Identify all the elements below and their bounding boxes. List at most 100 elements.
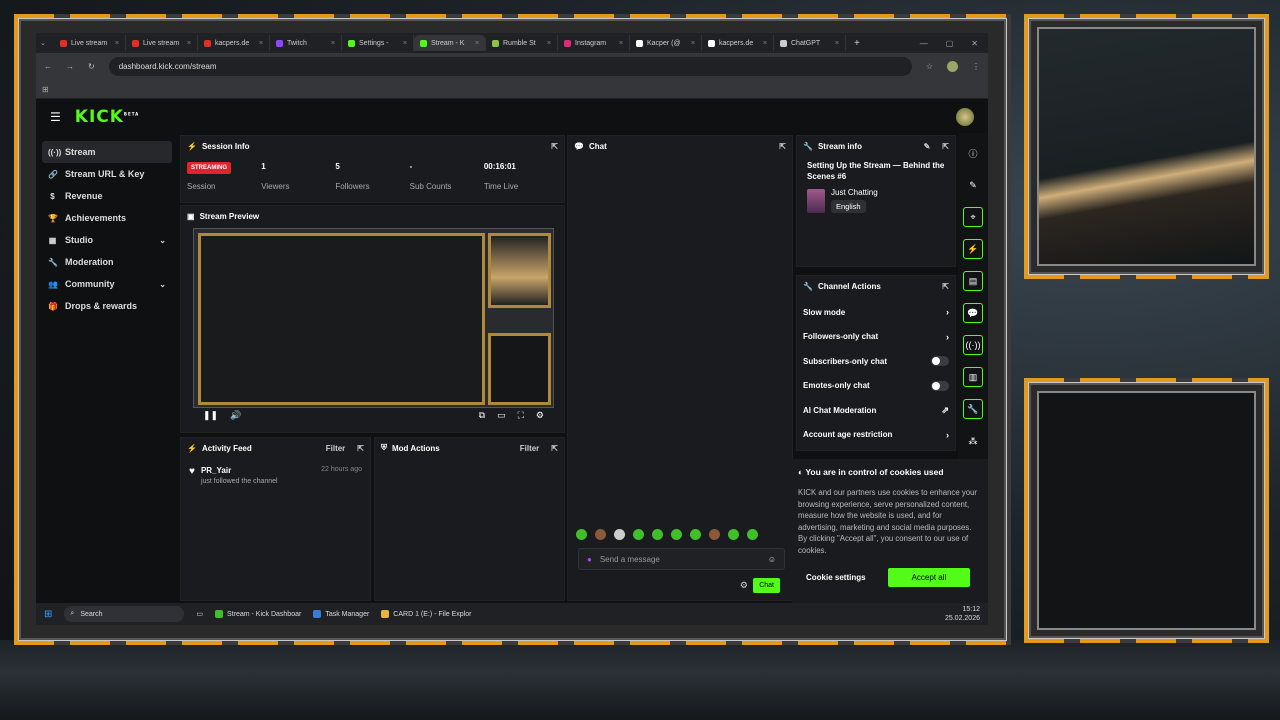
- popout-icon[interactable]: ⇱: [551, 142, 558, 151]
- taskbar-clock[interactable]: 15:12 25.02.2026: [945, 605, 980, 623]
- taskbar-app[interactable]: CARD 1 (E:) - File Explor: [381, 610, 471, 618]
- volume-icon[interactable]: 🔊: [230, 410, 241, 421]
- share-icon[interactable]: ⁂: [963, 431, 983, 451]
- bookmark-star-icon[interactable]: ☆: [926, 62, 933, 71]
- back-icon[interactable]: ←: [44, 62, 52, 71]
- cookie-settings-button[interactable]: Cookie settings: [798, 573, 874, 582]
- sidebar-item-revenue[interactable]: $ Revenue: [42, 185, 172, 207]
- pause-icon[interactable]: ❚❚: [203, 410, 218, 421]
- popout-icon[interactable]: ⇱: [357, 444, 364, 453]
- tools-icon[interactable]: 🔧: [963, 399, 983, 419]
- browser-tab[interactable]: Live stream ×: [126, 35, 198, 51]
- kick-logo[interactable]: KICKBETA: [75, 107, 139, 127]
- emote-icon[interactable]: [709, 529, 720, 540]
- maximize-icon[interactable]: ▢: [946, 39, 954, 48]
- document-icon[interactable]: ▤: [963, 271, 983, 291]
- channel-action-ai-chat-moderation[interactable]: AI Chat Moderation ⇗: [797, 398, 955, 423]
- apps-grid-icon[interactable]: ⊞: [42, 85, 49, 94]
- browser-tab[interactable]: Live stream ×: [54, 35, 126, 51]
- emote-icon[interactable]: [633, 529, 644, 540]
- chat-input[interactable]: ● Send a message ☺: [578, 548, 785, 570]
- tab-close-icon[interactable]: ×: [259, 40, 263, 47]
- sidebar-item-stream-url-key[interactable]: 🔗 Stream URL & Key: [42, 163, 172, 185]
- emote-icon[interactable]: [690, 529, 701, 540]
- stream-preview-video[interactable]: [193, 228, 554, 408]
- hamburger-icon[interactable]: ☰: [50, 110, 61, 124]
- toggle-switch[interactable]: [931, 356, 949, 367]
- settings-gear-icon[interactable]: ⚙: [536, 410, 544, 421]
- emote-icon[interactable]: [595, 529, 606, 540]
- browser-tab[interactable]: ChatGPT ×: [774, 35, 846, 51]
- tab-close-icon[interactable]: ×: [619, 40, 623, 47]
- sidebar-item-studio[interactable]: ▦ Studio ⌄: [42, 229, 172, 251]
- mic-icon[interactable]: ●: [587, 555, 592, 564]
- popout-icon[interactable]: ⇱: [942, 142, 949, 151]
- browser-tab[interactable]: Kacper (@ ×: [630, 35, 702, 51]
- broadcast-icon[interactable]: ((·)): [963, 335, 983, 355]
- activity-filter-button[interactable]: Filter: [326, 444, 346, 453]
- close-window-icon[interactable]: ✕: [971, 39, 978, 48]
- taskbar-app[interactable]: Stream - Kick Dashboar: [215, 610, 301, 618]
- chat-settings-icon[interactable]: ⚙: [740, 580, 748, 591]
- tab-list-chevron-icon[interactable]: ⌄: [40, 39, 54, 47]
- task-view-icon[interactable]: ▭: [196, 610, 203, 618]
- emoji-icon[interactable]: ☺: [768, 555, 776, 564]
- popout-icon[interactable]: ⇱: [551, 444, 558, 453]
- chat-icon[interactable]: 💬: [963, 303, 983, 323]
- channel-action-account-age-restriction[interactable]: Account age restriction ›: [797, 423, 955, 448]
- tab-close-icon[interactable]: ×: [691, 40, 695, 47]
- taskbar-app[interactable]: Task Manager: [313, 610, 369, 618]
- browser-tab[interactable]: Settings - ×: [342, 35, 414, 51]
- stream-category[interactable]: Just Chatting: [831, 188, 878, 197]
- category-thumbnail[interactable]: [807, 188, 825, 213]
- emote-icon[interactable]: [671, 529, 682, 540]
- theater-icon[interactable]: ▭: [497, 410, 506, 421]
- chevron-right-icon[interactable]: ›: [946, 430, 949, 440]
- tab-close-icon[interactable]: ×: [475, 40, 479, 47]
- browser-tab[interactable]: kacpers.de ×: [702, 35, 774, 51]
- mod-filter-button[interactable]: Filter: [520, 444, 540, 453]
- tab-close-icon[interactable]: ×: [331, 40, 335, 47]
- emote-icon[interactable]: [614, 529, 625, 540]
- pip-icon[interactable]: ⧉: [479, 410, 485, 421]
- sidebar-item-moderation[interactable]: 🔧 Moderation: [42, 251, 172, 273]
- chevron-down-icon[interactable]: ⌄: [159, 236, 166, 245]
- browser-tab[interactable]: Twitch ×: [270, 35, 342, 51]
- url-field[interactable]: dashboard.kick.com/stream: [108, 57, 912, 76]
- taskbar-search[interactable]: ⌕ Search: [64, 606, 185, 622]
- target-icon[interactable]: ⌖: [963, 207, 983, 227]
- forward-icon[interactable]: →: [66, 62, 74, 71]
- tab-close-icon[interactable]: ×: [763, 40, 767, 47]
- chevron-right-icon[interactable]: ›: [946, 332, 949, 342]
- tab-close-icon[interactable]: ×: [547, 40, 551, 47]
- emote-icon[interactable]: [728, 529, 739, 540]
- tab-close-icon[interactable]: ×: [187, 40, 191, 47]
- sidebar-item-stream[interactable]: ((·)) Stream: [42, 141, 172, 163]
- activity-username[interactable]: PR_Yair: [201, 466, 278, 475]
- info-icon[interactable]: ⓘ: [963, 143, 983, 163]
- sidebar-item-drops-rewards[interactable]: 🎁 Drops & rewards: [42, 295, 172, 317]
- lightning-icon[interactable]: ⚡: [963, 239, 983, 259]
- channel-action-subscribers-only-chat[interactable]: Subscribers-only chat: [797, 349, 955, 374]
- accept-all-button[interactable]: Accept all: [887, 568, 971, 587]
- profile-icon[interactable]: [947, 61, 958, 72]
- reload-icon[interactable]: ↻: [88, 62, 95, 71]
- browser-tab[interactable]: Stream - K ×: [414, 35, 486, 51]
- new-tab-button[interactable]: +: [846, 38, 868, 49]
- user-avatar[interactable]: [956, 108, 974, 126]
- chevron-down-icon[interactable]: ⌄: [159, 280, 166, 289]
- channel-action-followers-only-chat[interactable]: Followers-only chat ›: [797, 325, 955, 350]
- browser-tab[interactable]: Instagram ×: [558, 35, 630, 51]
- channel-action-emotes-only-chat[interactable]: Emotes-only chat: [797, 374, 955, 399]
- chat-send-button[interactable]: Chat: [753, 578, 780, 593]
- edit-icon[interactable]: ✎: [963, 175, 983, 195]
- edit-pencil-icon[interactable]: ✎: [924, 142, 931, 151]
- fullscreen-icon[interactable]: ⛶: [518, 410, 524, 421]
- sidebar-item-community[interactable]: 👥 Community ⌄: [42, 273, 172, 295]
- browser-tab[interactable]: Rumble St ×: [486, 35, 558, 51]
- tab-close-icon[interactable]: ×: [835, 40, 839, 47]
- emote-icon[interactable]: [576, 529, 587, 540]
- windows-start-icon[interactable]: ⊞: [44, 609, 52, 620]
- popout-icon[interactable]: ⇱: [942, 282, 949, 291]
- minimize-icon[interactable]: —: [920, 39, 928, 48]
